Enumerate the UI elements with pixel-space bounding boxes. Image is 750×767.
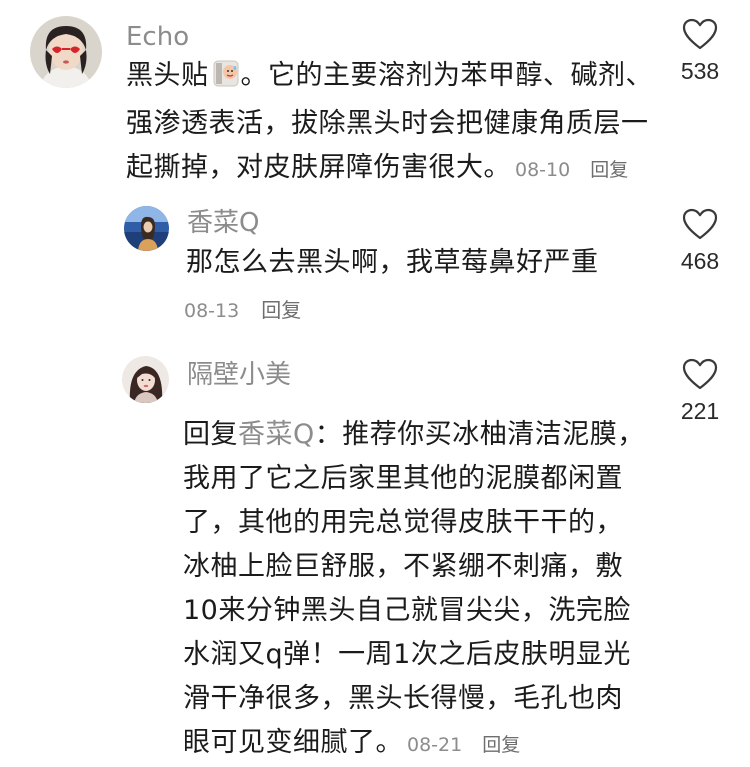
avatar-image — [124, 206, 169, 251]
username[interactable]: 隔壁小美 — [187, 362, 291, 388]
comment-text-line: 冰柚上脸巨舒服，不紧绷不刺痛，敷 — [183, 551, 623, 582]
avatar[interactable] — [30, 16, 102, 88]
comment-text-line: ：推荐你买冰柚清洁泥膜， — [314, 419, 645, 450]
reply-prefix: 回复 — [183, 419, 238, 450]
comment-date: 08-21 — [407, 734, 463, 756]
comment-text-line: 眼可见变细腻了。 — [183, 727, 403, 758]
comment-text-line: 我用了它之后家里其他的泥膜都闲置 — [183, 463, 623, 494]
username[interactable]: 香菜Q — [187, 210, 259, 236]
sweating-face-emoji-icon — [211, 58, 241, 102]
comment-text-line: 滑干净很多，黑头长得慢，毛孔也肉 — [183, 683, 623, 714]
comment-item: Echo 黑头贴 。它的主要溶剂为苯甲醇、碱剂、 强渗透表活，拔除黑头时会把健康… — [0, 0, 750, 190]
comment-text-line: 水润又q弹！一周1次之后皮肤明显光 — [183, 639, 631, 670]
username[interactable]: Echo — [126, 24, 189, 50]
comment-text-line: 强渗透表活，拔除黑头时会把健康角质层一 — [126, 108, 649, 139]
comment-date: 08-10 — [515, 159, 571, 181]
reply-button[interactable]: 回复 — [261, 298, 301, 322]
comment-text-line: 。它的主要溶剂为苯甲醇、碱剂、 — [240, 60, 653, 91]
comment-text: 那怎么去黑头啊，我草莓鼻好严重 — [186, 247, 599, 278]
avatar[interactable] — [124, 206, 169, 251]
heart-outline-icon — [682, 18, 718, 50]
avatar-image — [30, 16, 102, 88]
comment-text: 黑头贴 。它的主要溶剂为苯甲醇、碱剂、 强渗透表活，拔除黑头时会把健康角质层一 … — [126, 54, 666, 192]
comment-date: 08-13 — [184, 300, 240, 322]
avatar[interactable] — [122, 356, 169, 403]
like-count: 468 — [680, 248, 720, 274]
reply-item: 香菜Q 那怎么去黑头啊，我草莓鼻好严重 08-13 回复 468 — [0, 190, 750, 340]
like-count: 221 — [680, 398, 720, 424]
comment-text-line: 黑头贴 — [126, 60, 209, 91]
heart-outline-icon — [682, 208, 718, 240]
comment-text: 回复香菜Q：推荐你买冰柚清洁泥膜， 我用了它之后家里其他的泥膜都闲置 了，其他的… — [183, 413, 653, 767]
like-count: 538 — [680, 58, 720, 84]
like-button[interactable]: 468 — [665, 208, 735, 275]
like-button[interactable]: 221 — [665, 358, 735, 425]
comment-text-line: 10来分钟黑头自己就冒尖尖，洗完脸 — [183, 595, 631, 626]
reply-button[interactable]: 回复 — [590, 159, 628, 181]
heart-outline-icon — [682, 358, 718, 390]
reply-item: 隔壁小美 回复香菜Q：推荐你买冰柚清洁泥膜， 我用了它之后家里其他的泥膜都闲置 … — [0, 340, 750, 763]
comment-text-line: 起撕掉，对皮肤屏障伤害很大。 — [126, 152, 511, 183]
comment-text-line: 了，其他的用完总觉得皮肤干干的， — [183, 507, 623, 538]
avatar-image — [122, 356, 169, 403]
like-button[interactable]: 538 — [665, 18, 735, 85]
reply-button[interactable]: 回复 — [482, 734, 520, 756]
mention-link[interactable]: 香菜Q — [238, 419, 315, 450]
comment-meta: 08-13 回复 — [184, 294, 301, 323]
